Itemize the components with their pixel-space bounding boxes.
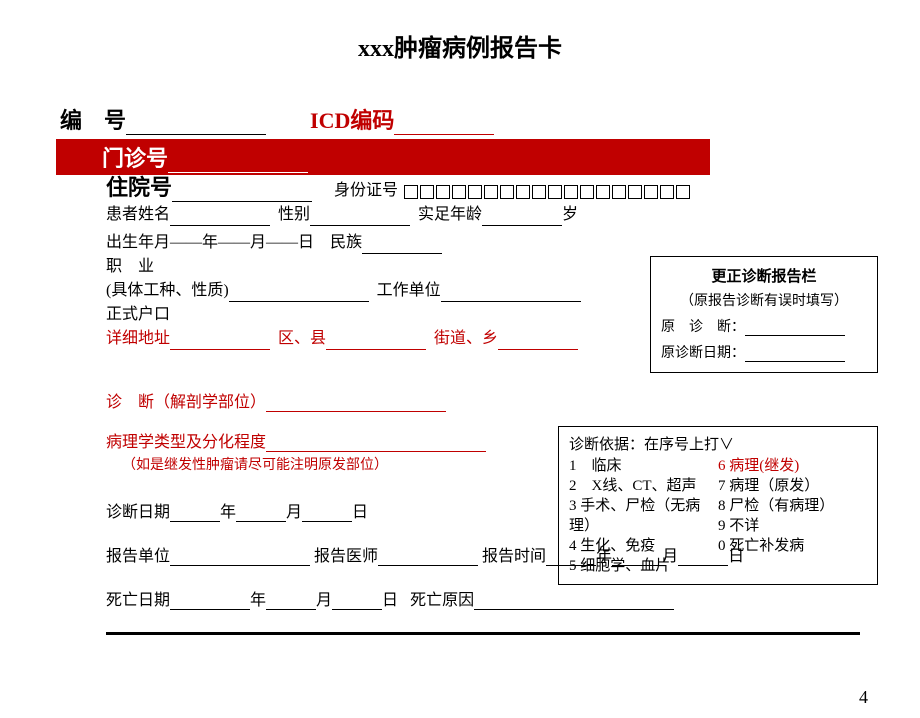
- correction-box: 更正诊断报告栏 （原报告诊断有误时填写） 原 诊 断： 原诊断日期：: [650, 256, 878, 373]
- patient-sex-label: 性别: [278, 206, 310, 223]
- death-cause-blank[interactable]: [474, 594, 674, 610]
- address-label: 详细地址: [106, 330, 170, 347]
- icd-blank[interactable]: [394, 119, 494, 135]
- basis-item: 4 生化、免疫: [569, 536, 718, 556]
- diagnosis-row: 诊 断（解剖学部位）: [60, 388, 860, 412]
- report-doctor-label: 报告医师: [314, 548, 378, 565]
- ethnic-label: 民族: [330, 234, 362, 251]
- report-doctor-blank[interactable]: [378, 550, 478, 566]
- death-date-label: 死亡日期: [106, 592, 170, 609]
- basis-item: 9 不详: [718, 516, 867, 536]
- diag-date-y: 年: [220, 504, 236, 521]
- hukou-label: 正式户口: [106, 306, 170, 323]
- bianhao-blank[interactable]: [126, 119, 266, 135]
- death-d-blank[interactable]: [332, 594, 382, 610]
- patient-row: 患者姓名 性别 实足年龄 岁: [60, 204, 860, 226]
- birth-row: 出生年月——年——月——日 民族: [60, 232, 860, 254]
- report-unit-blank[interactable]: [170, 550, 310, 566]
- birth-m: 月: [250, 234, 266, 251]
- diagnosis-label: 诊 断（解剖学部位）: [106, 394, 266, 411]
- pathology-label: 病理学类型及分化程度: [106, 434, 266, 451]
- address-blank2[interactable]: [326, 334, 426, 350]
- occupation-label: 职 业: [106, 258, 154, 275]
- death-m: 月: [316, 592, 332, 609]
- zhuyuan-row: 住院号 身份证号: [60, 177, 860, 202]
- worktype-blank[interactable]: [229, 286, 369, 302]
- menzhen-label: 门诊号: [102, 146, 168, 171]
- basis-item: 0 死亡补发病: [718, 536, 867, 556]
- basis-item: 2 X线、CT、超声: [569, 476, 718, 496]
- basis-item: 3 手术、尸检（无病理）: [569, 496, 718, 536]
- correction-orig-date-label: 原诊断日期：: [661, 346, 745, 361]
- birth-y: 年: [202, 234, 218, 251]
- correction-subtitle: （原报告诊断有误时填写）: [661, 290, 867, 310]
- menzhen-blank[interactable]: [168, 157, 308, 173]
- birth-d: 日: [298, 234, 314, 251]
- menzhen-row: 门诊号: [56, 139, 710, 175]
- basis-col-left: 1 临床 2 X线、CT、超声 3 手术、尸检（无病理） 4 生化、免疫 5 细…: [569, 456, 718, 576]
- correction-orig-diag-blank[interactable]: [745, 322, 845, 336]
- correction-title: 更正诊断报告栏: [661, 265, 867, 286]
- correction-orig-date-blank[interactable]: [745, 348, 845, 362]
- basis-item: 5 细胞学、血片: [569, 556, 718, 576]
- patient-name-blank[interactable]: [170, 210, 270, 226]
- correction-orig-diag-label: 原 诊 断：: [661, 320, 745, 335]
- correction-orig-date-row: 原诊断日期：: [661, 342, 867, 362]
- death-y-blank[interactable]: [170, 594, 250, 610]
- diag-date-d-blank[interactable]: [302, 506, 352, 522]
- zhuyuan-label: 住院号: [106, 175, 172, 200]
- zhuyuan-blank[interactable]: [172, 186, 312, 202]
- death-m-blank[interactable]: [266, 594, 316, 610]
- diag-date-y-blank[interactable]: [170, 506, 220, 522]
- address-blank1[interactable]: [170, 334, 270, 350]
- diag-date-m: 月: [286, 504, 302, 521]
- qu-label: 区、县: [278, 330, 326, 347]
- patient-sex-blank[interactable]: [310, 210, 410, 226]
- page-title: xxx肿瘤病例报告卡: [0, 28, 920, 63]
- basis-item: 6 病理(继发): [718, 456, 867, 476]
- workunit-blank[interactable]: [441, 286, 581, 302]
- idcard-boxes[interactable]: [404, 179, 692, 201]
- pathology-blank[interactable]: [266, 436, 486, 452]
- report-unit-label: 报告单位: [106, 548, 170, 565]
- age-unit: 岁: [562, 206, 578, 223]
- patient-age-label: 实足年龄: [418, 206, 482, 223]
- correction-orig-diag-row: 原 诊 断：: [661, 316, 867, 336]
- worktype-label: (具体工种、性质): [106, 282, 229, 299]
- patient-age-blank[interactable]: [482, 210, 562, 226]
- birth-label: 出生年月: [106, 234, 170, 251]
- report-time-label: 报告时间: [482, 548, 546, 565]
- basis-box: 诊断依据：在序号上打∨ 1 临床 2 X线、CT、超声 3 手术、尸检（无病理）…: [558, 426, 878, 585]
- diag-date-m-blank[interactable]: [236, 506, 286, 522]
- death-cause-label: 死亡原因: [410, 592, 474, 609]
- line-bianhao-icd: 编 号 ICD编码: [60, 103, 860, 135]
- icd-label: ICD编码: [310, 108, 394, 133]
- diag-date-d: 日: [352, 504, 368, 521]
- address-blank3[interactable]: [498, 334, 578, 350]
- ethnic-blank[interactable]: [362, 238, 442, 254]
- diag-date-label: 诊断日期: [106, 504, 170, 521]
- bianhao-label: 编 号: [60, 108, 126, 133]
- patient-name-label: 患者姓名: [106, 206, 170, 223]
- idcard-label: 身份证号: [334, 182, 398, 199]
- basis-item: 8 尸检（有病理）: [718, 496, 867, 516]
- basis-item: 7 病理（原发）: [718, 476, 867, 496]
- workunit-label: 工作单位: [377, 282, 441, 299]
- death-y: 年: [250, 592, 266, 609]
- basis-item: 1 临床: [569, 456, 718, 476]
- jie-label: 街道、乡: [434, 330, 498, 347]
- death-row: 死亡日期 年 月 日 死亡原因: [60, 586, 860, 610]
- page-number: 4: [859, 687, 868, 708]
- basis-title: 诊断依据：在序号上打∨: [569, 433, 867, 454]
- basis-col-right: 6 病理(继发) 7 病理（原发） 8 尸检（有病理） 9 不详 0 死亡补发病: [718, 456, 867, 576]
- footer-line: [106, 632, 860, 635]
- death-d: 日: [382, 592, 398, 609]
- diagnosis-blank[interactable]: [266, 396, 446, 412]
